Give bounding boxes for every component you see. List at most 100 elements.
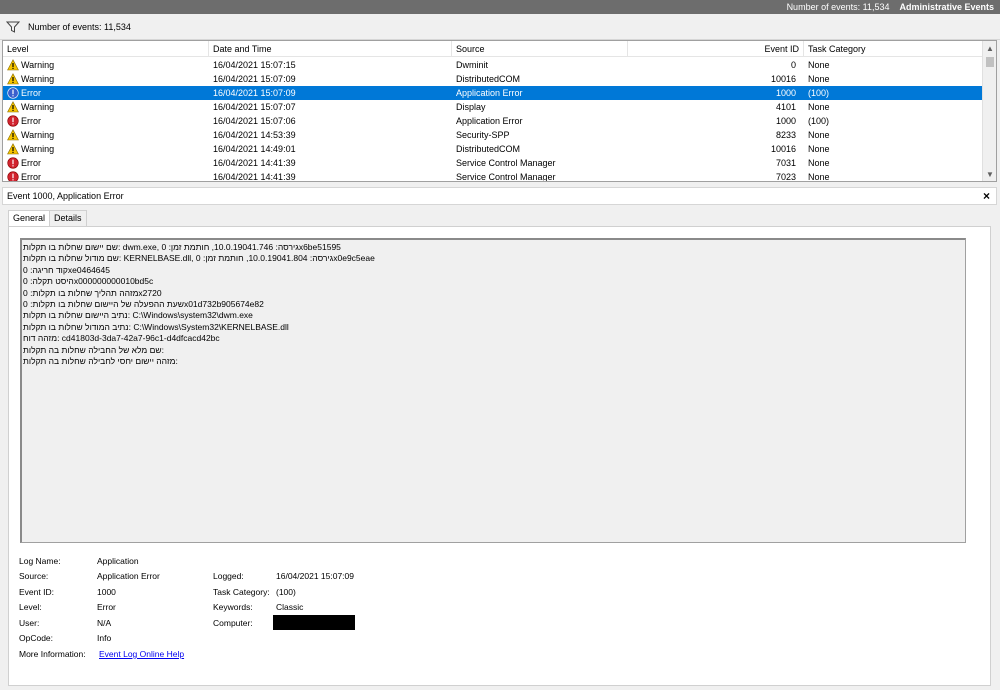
cell-date: 16/04/2021 14:49:01: [213, 144, 296, 154]
event-detail-title: Event 1000, Application Error: [7, 191, 124, 201]
level-text: Error: [21, 88, 41, 98]
title-bar: Number of events: 11,534 Administrative …: [0, 0, 1000, 14]
tab-general[interactable]: General: [8, 210, 51, 227]
close-icon[interactable]: ×: [983, 189, 990, 203]
filter-event-count: Number of events: 11,534: [28, 21, 131, 32]
filter-bar: Number of events: 11,534: [0, 14, 1000, 40]
cell-event-id: 0: [790, 60, 796, 70]
warning-icon: [7, 73, 21, 85]
error-icon: [7, 171, 21, 181]
log-name-label: Log Name:: [19, 556, 61, 566]
error-icon: [7, 157, 21, 169]
keywords-value: Classic: [276, 602, 304, 612]
cell-level: Warning: [3, 58, 209, 72]
cell-event-id: 10016: [770, 144, 796, 154]
level-text: Warning: [21, 102, 55, 112]
cell-date: 16/04/2021 14:53:39: [213, 130, 296, 140]
task-category-value: (100): [276, 587, 296, 597]
cell-level: Warning: [3, 142, 209, 156]
level-text: Error: [21, 172, 41, 182]
level-text: Warning: [21, 74, 55, 84]
column-header-task-category[interactable]: Task Category: [804, 41, 983, 57]
window-bottom-edge: [0, 686, 1000, 690]
filter-icon[interactable]: [6, 20, 20, 34]
cell-level: Warning: [3, 72, 209, 86]
warning-icon: [7, 129, 21, 141]
cell-task-category: None: [808, 74, 830, 84]
cell-task-category: None: [808, 144, 830, 154]
level-label: Level:: [19, 602, 42, 612]
cell-task-category: None: [808, 130, 830, 140]
table-row[interactable]: Error 16/04/2021 14:41:39 Service Control …: [3, 156, 983, 170]
cell-source: Application Error: [456, 88, 523, 98]
logged-label: Logged:: [213, 571, 244, 581]
level-value: Error: [97, 602, 116, 612]
cell-task-category: None: [808, 60, 830, 70]
table-row[interactable]: Error 16/04/2021 15:07:06 Application Erro…: [3, 114, 983, 128]
title-view-name: Administrative Events: [899, 2, 994, 12]
level-text: Warning: [21, 130, 55, 140]
detail-tabs: General Details: [8, 210, 87, 227]
opcode-label: OpCode:: [19, 633, 54, 643]
cell-source: Application Error: [456, 116, 523, 126]
cell-event-id: 1000: [775, 88, 796, 98]
cell-source: Service Control Manager: [456, 172, 556, 182]
user-label: User:: [19, 618, 40, 628]
cell-date: 16/04/2021 15:07:06: [213, 116, 296, 126]
cell-date: 16/04/2021 15:07:09: [213, 74, 296, 84]
table-row[interactable]: Warning 16/04/2021 14:49:01 DistributedCOM…: [3, 142, 983, 156]
cell-event-id: 8233: [775, 130, 796, 140]
table-row[interactable]: Error 16/04/2021 14:41:39 Service Control …: [3, 170, 983, 182]
general-tab-pane: שם יישום שחלות בו תקלות: dwm.exe, גירסה:…: [8, 226, 991, 686]
cell-event-id: 7023: [775, 172, 796, 182]
cell-task-category: (100): [808, 88, 830, 98]
events-grid: Level Date and Time Source Event ID Task…: [2, 40, 997, 182]
cell-event-id: 7031: [775, 158, 796, 168]
computer-label: Computer:: [213, 618, 253, 628]
table-row[interactable]: Warning 16/04/2021 15:07:15 Dwminit 0 None: [3, 58, 983, 72]
column-header-level[interactable]: Level: [3, 41, 209, 57]
computer-value-redacted: [273, 615, 355, 630]
warning-icon: [7, 101, 21, 113]
scroll-down-icon[interactable]: ▼: [983, 167, 996, 181]
cell-task-category: None: [808, 102, 830, 112]
column-header-source[interactable]: Source: [452, 41, 628, 57]
level-text: Error: [21, 116, 41, 126]
event-id-value: 1000: [97, 587, 116, 597]
logged-value: 16/04/2021 15:07:09: [276, 571, 354, 581]
cell-date: 16/04/2021 15:07:15: [213, 60, 296, 70]
cell-level: Error: [3, 156, 209, 170]
cell-date: 16/04/2021 14:41:39: [213, 158, 296, 168]
scroll-up-icon[interactable]: ▲: [983, 41, 996, 55]
cell-source: DistributedCOM: [456, 74, 521, 84]
cell-source: Service Control Manager: [456, 158, 556, 168]
vertical-scrollbar[interactable]: ▲ ▼: [982, 41, 996, 181]
cell-task-category: None: [808, 172, 830, 182]
cell-task-category: None: [808, 158, 830, 168]
cell-level: Error: [3, 114, 209, 128]
table-row[interactable]: Warning 16/04/2021 14:53:39 Security-SPP 82…: [3, 128, 983, 142]
cell-source: Display: [456, 102, 486, 112]
column-header-event-id[interactable]: Event ID: [628, 41, 804, 57]
column-header-date[interactable]: Date and Time: [209, 41, 452, 57]
cell-event-id: 4101: [775, 102, 796, 112]
cell-level: Error: [3, 170, 209, 182]
table-row[interactable]: Warning 16/04/2021 15:07:09 DistributedCOM…: [3, 72, 983, 86]
scroll-thumb[interactable]: [986, 57, 994, 67]
cell-date: 16/04/2021 15:07:09: [213, 88, 296, 98]
log-name-value: Application: [97, 556, 139, 566]
cell-source: DistributedCOM: [456, 144, 521, 154]
event-id-label: Event ID:: [19, 587, 54, 597]
cell-event-id: 1000: [775, 116, 796, 126]
table-row[interactable]: Warning 16/04/2021 15:07:07 Display 4101 Non…: [3, 100, 983, 114]
table-row[interactable]: Error 16/04/2021 15:07:09 Application Erro…: [3, 86, 983, 100]
keywords-label: Keywords:: [213, 602, 253, 612]
tab-details[interactable]: Details: [49, 210, 87, 226]
error-icon: [7, 87, 21, 99]
warning-icon: [7, 143, 21, 155]
cell-source: Dwminit: [456, 60, 489, 70]
cell-level: Warning: [3, 100, 209, 114]
error-icon: [7, 115, 21, 127]
event-log-online-help-link[interactable]: Event Log Online Help: [99, 649, 184, 659]
cell-task-category: (100): [808, 116, 830, 126]
